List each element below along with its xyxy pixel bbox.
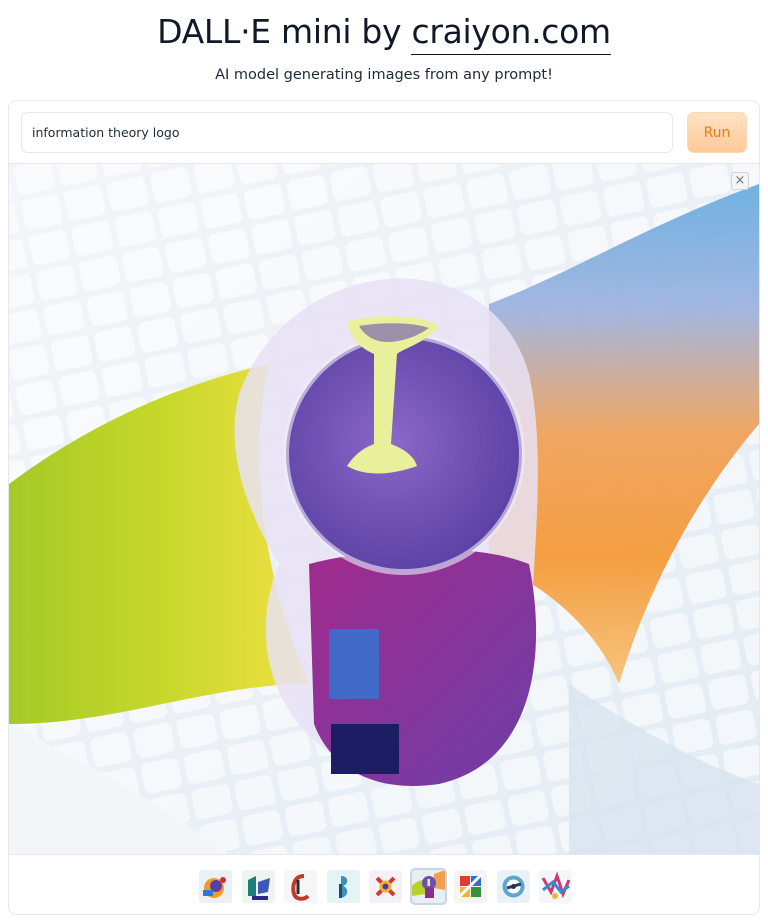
page-title: DALL·E mini by craiyon.com: [0, 8, 768, 56]
run-button[interactable]: Run: [687, 112, 747, 153]
page-subtitle: AI model generating images from any prom…: [215, 67, 553, 83]
generated-image-viewer: ×: [9, 164, 759, 854]
prompt-input[interactable]: [21, 112, 673, 153]
thumbnail-7[interactable]: [454, 870, 487, 903]
generator-panel: Run: [8, 100, 760, 915]
thumbnail-6[interactable]: [409, 868, 447, 905]
thumbnail-2[interactable]: [241, 870, 275, 903]
title-prefix: DALL·E mini by: [157, 12, 402, 51]
page: DALL·E mini by craiyon.com AI model gene…: [0, 0, 768, 924]
thumbnail-3[interactable]: [284, 870, 317, 903]
thumbnail-9[interactable]: [539, 870, 572, 903]
thumbnail-list: [199, 868, 572, 905]
thumbnail-8[interactable]: [496, 870, 530, 903]
craiyon-link[interactable]: craiyon.com: [411, 12, 611, 55]
prompt-row: Run: [9, 101, 759, 164]
generated-image: [9, 164, 759, 854]
close-icon[interactable]: ×: [731, 172, 749, 190]
thumbnail-4[interactable]: [326, 870, 360, 903]
thumbnail-5[interactable]: [369, 870, 402, 903]
thumbnail-1[interactable]: [199, 870, 232, 903]
thumbnail-strip: [9, 854, 759, 914]
